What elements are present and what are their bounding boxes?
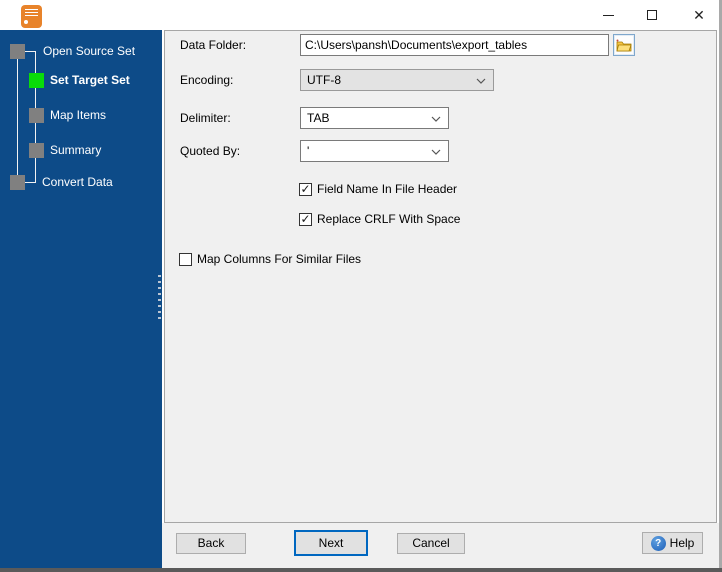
app-icon-dot (24, 20, 28, 24)
chevron-down-icon (431, 116, 441, 122)
next-button[interactable]: Next (294, 530, 368, 556)
title-bar: ✕ (0, 0, 722, 30)
quoted-by-select[interactable]: ' (300, 140, 449, 162)
wizard-steps-sidebar: Open Source Set Set Target Set Map Items… (0, 30, 162, 568)
cancel-button[interactable]: Cancel (397, 533, 465, 554)
help-question-icon: ? (650, 535, 666, 551)
step-label-map-items: Map Items (50, 108, 107, 122)
close-icon: ✕ (693, 7, 705, 23)
app-icon-stripes (25, 9, 38, 16)
encoding-value: UTF-8 (307, 73, 341, 87)
checkbox-label: Replace CRLF With Space (317, 212, 461, 226)
delimiter-select[interactable]: TAB (300, 107, 449, 129)
step-marker-summary (29, 143, 44, 158)
quoted-by-value: ' (307, 144, 310, 158)
data-folder-input[interactable] (300, 34, 609, 56)
encoding-label: Encoding: (180, 73, 234, 87)
tree-connector-left (17, 51, 18, 183)
app-icon (21, 5, 42, 28)
step-label-open-source-set: Open Source Set (43, 44, 136, 58)
maximize-icon (647, 10, 657, 20)
checkmark-icon: ✓ (300, 181, 311, 196)
browse-folder-button[interactable] (613, 34, 635, 56)
minimize-icon (602, 14, 614, 16)
window-border-bottom (0, 568, 722, 572)
chevron-down-icon (431, 149, 441, 155)
delimiter-value: TAB (307, 111, 330, 125)
map-columns-checkbox[interactable]: Map Columns For Similar Files (179, 252, 361, 266)
help-button-label: Help (669, 535, 695, 550)
help-button[interactable]: ? Help (642, 532, 703, 554)
data-folder-label: Data Folder: (180, 38, 247, 52)
wizard-window: ✕ Open Source Set Set Target Set Map Ite… (0, 0, 722, 572)
step-marker-open-source-set (10, 44, 25, 59)
back-button[interactable]: Back (176, 533, 246, 554)
step-marker-set-target-set (29, 73, 44, 88)
minimize-button[interactable] (589, 0, 627, 30)
checkmark-icon: ✓ (300, 211, 311, 226)
checkbox-label: Field Name In File Header (317, 182, 458, 196)
maximize-button[interactable] (633, 0, 671, 30)
delimiter-label: Delimiter: (180, 111, 231, 125)
chevron-down-icon (476, 78, 486, 84)
step-label-set-target-set: Set Target Set (50, 73, 130, 87)
target-settings-panel: Data Folder: Encoding: UTF-8 Delimiter: … (164, 30, 717, 523)
checkbox-box: ✓ (299, 211, 312, 226)
step-label-convert-data: Convert Data (42, 175, 113, 189)
step-marker-map-items (29, 108, 44, 123)
step-marker-convert-data (10, 175, 25, 190)
step-label-summary: Summary (50, 143, 102, 157)
checkbox-box (179, 252, 192, 266)
folder-icon (616, 39, 632, 51)
replace-crlf-checkbox[interactable]: ✓ Replace CRLF With Space (299, 212, 460, 226)
encoding-select[interactable]: UTF-8 (300, 69, 494, 91)
quoted-by-label: Quoted By: (180, 144, 241, 158)
checkbox-box: ✓ (299, 181, 312, 196)
splitter-grip[interactable] (158, 275, 161, 321)
checkbox-label: Map Columns For Similar Files (197, 252, 362, 266)
close-button[interactable]: ✕ (680, 0, 718, 30)
field-name-in-header-checkbox[interactable]: ✓ Field Name In File Header (299, 182, 457, 196)
